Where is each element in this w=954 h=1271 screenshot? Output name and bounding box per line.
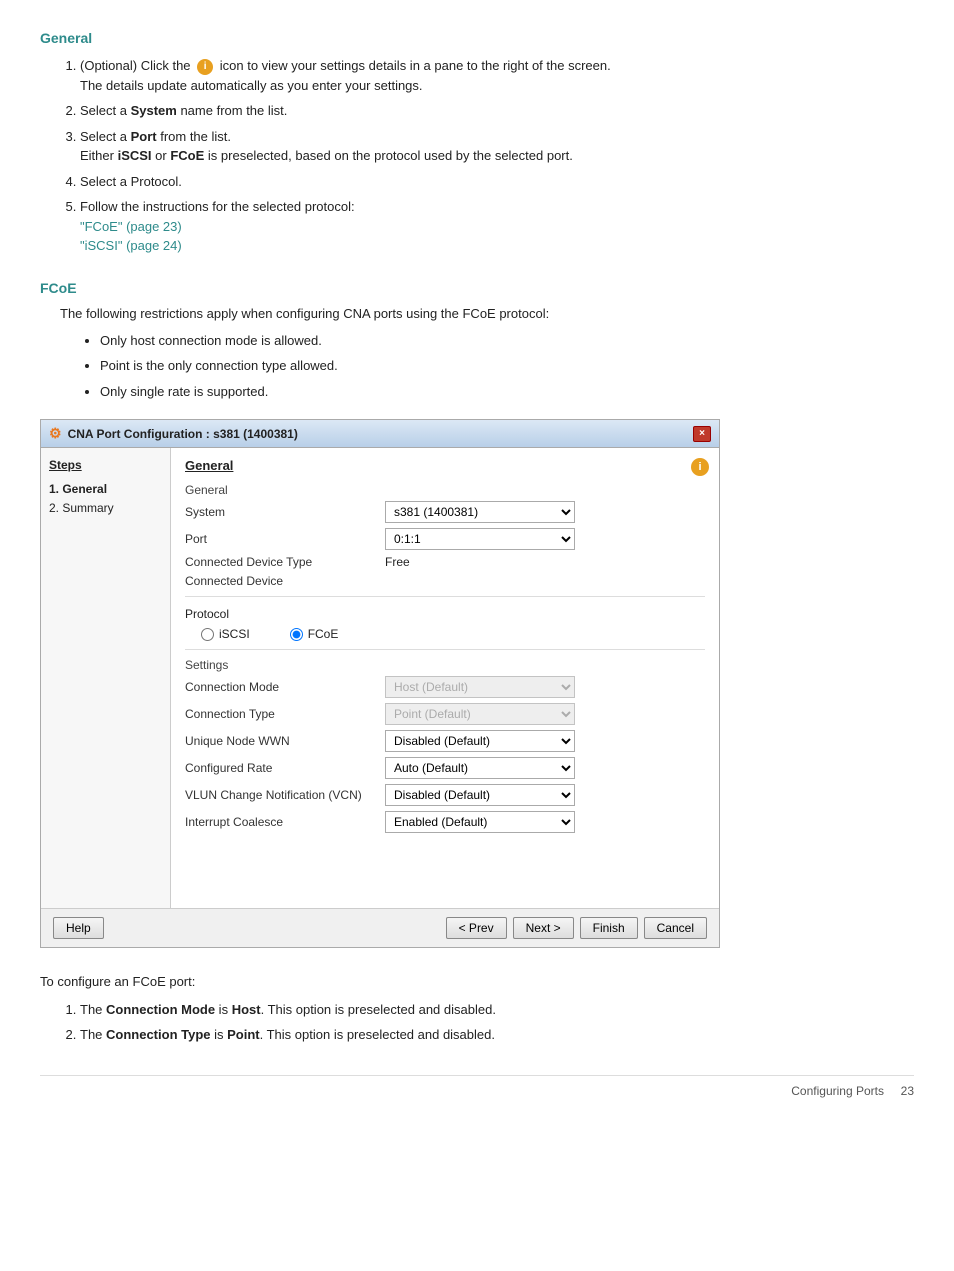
fcoe-section: FCoE The following restrictions apply wh… — [40, 280, 914, 402]
fcoe-bullet-2: Point is the only connection type allowe… — [100, 356, 914, 376]
radio-fcoe[interactable] — [290, 628, 303, 641]
port-label: Port — [185, 532, 385, 546]
interrupt-coalesce-select[interactable]: Enabled (Default) — [385, 811, 575, 833]
system-label: System — [185, 505, 385, 519]
radio-option-iscsi[interactable]: iSCSI — [201, 627, 250, 641]
form-row-port: Port 0:1:1 — [185, 528, 705, 550]
general-heading: General — [40, 30, 914, 46]
port-select[interactable]: 0:1:1 — [385, 528, 575, 550]
dialog-titlebar: ⚙ CNA Port Configuration : s381 (1400381… — [41, 420, 719, 448]
system-select[interactable]: s381 (1400381) — [385, 501, 575, 523]
fcoe-bullet-1: Only host connection mode is allowed. — [100, 331, 914, 351]
iscsi-link[interactable]: "iSCSI" (page 24) — [80, 238, 182, 253]
unique-node-wwn-select[interactable]: Disabled (Default) — [385, 730, 575, 752]
settings-label: Settings — [185, 658, 705, 672]
connection-mode-value: Host (Default) — [385, 676, 705, 698]
protocol-label: Protocol — [185, 607, 705, 621]
info-icon-inline: i — [197, 59, 213, 75]
prev-button[interactable]: < Prev — [446, 917, 507, 939]
fcoe-bullet-3: Only single rate is supported. — [100, 382, 914, 402]
next-button[interactable]: Next > — [513, 917, 574, 939]
connection-type-value: Point (Default) — [385, 703, 705, 725]
footer-text: Configuring Ports — [791, 1084, 884, 1098]
connection-type-label: Connection Type — [185, 707, 385, 721]
connection-type-select: Point (Default) — [385, 703, 575, 725]
radio-iscsi-label: iSCSI — [219, 627, 250, 641]
form-row-interrupt-coalesce: Interrupt Coalesce Enabled (Default) — [185, 811, 705, 833]
form-row-connection-mode: Connection Mode Host (Default) — [185, 676, 705, 698]
port-value[interactable]: 0:1:1 — [385, 528, 705, 550]
bottom-intro: To configure an FCoE port: — [40, 972, 914, 992]
system-value[interactable]: s381 (1400381) — [385, 501, 705, 523]
vlun-change-select[interactable]: Disabled (Default) — [385, 784, 575, 806]
fcoe-intro: The following restrictions apply when co… — [60, 306, 914, 321]
general-step-3: Select a Port from the list. Either iSCS… — [80, 127, 914, 166]
radio-iscsi[interactable] — [201, 628, 214, 641]
steps-panel: Steps 1. General 2. Summary — [41, 448, 171, 908]
bottom-item-1: The Connection Mode is Host. This option… — [80, 1000, 914, 1020]
finish-button[interactable]: Finish — [580, 917, 638, 939]
footer-page: 23 — [901, 1084, 914, 1098]
general-step-5: Follow the instructions for the selected… — [80, 197, 914, 256]
fcoe-link[interactable]: "FCoE" (page 23) — [80, 219, 182, 234]
bottom-list: The Connection Mode is Host. This option… — [80, 1000, 914, 1045]
content-heading: General — [185, 458, 705, 473]
general-step-1: (Optional) Click the i icon to view your… — [80, 56, 914, 95]
unique-node-wwn-value[interactable]: Disabled (Default) — [385, 730, 705, 752]
dialog-icon: ⚙ — [49, 425, 62, 442]
bottom-section: To configure an FCoE port: The Connectio… — [40, 972, 914, 1045]
general-step-2: Select a System name from the list. — [80, 101, 914, 121]
steps-header: Steps — [49, 458, 162, 472]
fcoe-heading: FCoE — [40, 280, 914, 296]
general-steps-list: (Optional) Click the i icon to view your… — [80, 56, 914, 256]
form-separator-2 — [185, 649, 705, 650]
step-1-general[interactable]: 1. General — [49, 480, 162, 499]
dialog-body: Steps 1. General 2. Summary General i Ge… — [41, 448, 719, 908]
fcoe-bullet-list: Only host connection mode is allowed. Po… — [100, 331, 914, 402]
connected-device-type-value: Free — [385, 555, 705, 569]
form-row-unique-node-wwn: Unique Node WWN Disabled (Default) — [185, 730, 705, 752]
unique-node-wwn-label: Unique Node WWN — [185, 734, 385, 748]
interrupt-coalesce-value[interactable]: Enabled (Default) — [385, 811, 705, 833]
content-spacer — [185, 838, 705, 898]
form-general-label: General — [185, 483, 705, 497]
bottom-item-2: The Connection Type is Point. This optio… — [80, 1025, 914, 1045]
interrupt-coalesce-label: Interrupt Coalesce — [185, 815, 385, 829]
configured-rate-value[interactable]: Auto (Default) — [385, 757, 705, 779]
help-button[interactable]: Help — [53, 917, 104, 939]
content-info-icon[interactable]: i — [691, 458, 709, 476]
radio-fcoe-label: FCoE — [308, 627, 339, 641]
form-row-vlun-change: VLUN Change Notification (VCN) Disabled … — [185, 784, 705, 806]
general-section: General (Optional) Click the i icon to v… — [40, 30, 914, 256]
cna-port-config-dialog: ⚙ CNA Port Configuration : s381 (1400381… — [40, 419, 720, 948]
general-step-4: Select a Protocol. — [80, 172, 914, 192]
connected-device-label: Connected Device — [185, 574, 385, 588]
cancel-button[interactable]: Cancel — [644, 917, 707, 939]
form-row-configured-rate: Configured Rate Auto (Default) — [185, 757, 705, 779]
form-row-connected-device-type: Connected Device Type Free — [185, 555, 705, 569]
dialog-close-button[interactable]: × — [693, 426, 711, 442]
form-row-connection-type: Connection Type Point (Default) — [185, 703, 705, 725]
dialog-main-content: General i General System s381 (1400381) … — [171, 448, 719, 908]
form-row-system: System s381 (1400381) — [185, 501, 705, 523]
radio-option-fcoe[interactable]: FCoE — [290, 627, 339, 641]
step-2-summary[interactable]: 2. Summary — [49, 499, 162, 518]
connection-mode-label: Connection Mode — [185, 680, 385, 694]
dialog-wrapper: ⚙ CNA Port Configuration : s381 (1400381… — [40, 419, 914, 948]
page-footer: Configuring Ports 23 — [40, 1075, 914, 1098]
vlun-change-value[interactable]: Disabled (Default) — [385, 784, 705, 806]
dialog-title-left: ⚙ CNA Port Configuration : s381 (1400381… — [49, 425, 298, 442]
dialog-title-text: CNA Port Configuration : s381 (1400381) — [68, 427, 298, 441]
form-row-connected-device: Connected Device — [185, 574, 705, 588]
vlun-change-label: VLUN Change Notification (VCN) — [185, 788, 385, 802]
protocol-section: Protocol iSCSI FCoE — [185, 607, 705, 641]
configured-rate-label: Configured Rate — [185, 761, 385, 775]
dialog-footer: Help < Prev Next > Finish Cancel — [41, 908, 719, 947]
form-separator-1 — [185, 596, 705, 597]
radio-row-protocol: iSCSI FCoE — [201, 627, 705, 641]
connected-device-type-label: Connected Device Type — [185, 555, 385, 569]
configured-rate-select[interactable]: Auto (Default) — [385, 757, 575, 779]
connection-mode-select: Host (Default) — [385, 676, 575, 698]
